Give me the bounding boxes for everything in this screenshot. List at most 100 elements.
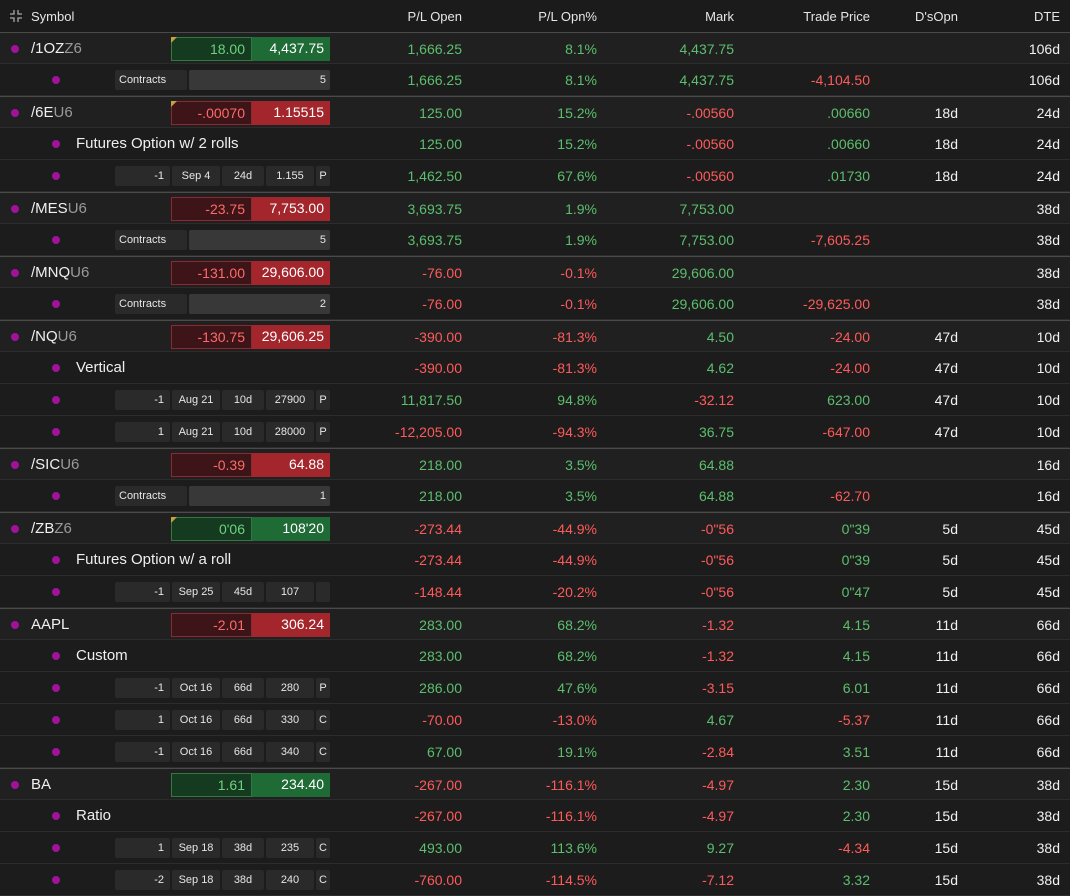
- leg-expiration-date: Aug 21: [172, 422, 220, 442]
- dte-cell: 24d: [1036, 168, 1060, 184]
- dte-cell: 24d: [1036, 136, 1060, 152]
- leg-row[interactable]: -1 Oct 16 66d 280 P 286.00 47.6% -3.15 6.01 11d 66…: [0, 672, 1070, 704]
- leg-row[interactable]: 1 Oct 16 66d 330 C -70.00 -13.0% 4.67 -5.37 11d 66…: [0, 704, 1070, 736]
- position-color-dot: [52, 716, 60, 724]
- position-row[interactable]: /MESU6 -23.75 7,753.00 3,693.75 1.9% 7,753.00…: [0, 192, 1070, 224]
- dte-cell: 66d: [1036, 744, 1060, 760]
- mark-cell: 64.88: [698, 488, 734, 504]
- days-open-cell: 18d: [934, 136, 958, 152]
- symbol-label[interactable]: /ZBZ6: [31, 520, 72, 537]
- col-header-pl-opn-pct[interactable]: P/L Opn%: [538, 9, 597, 24]
- contracts-row[interactable]: Contracts 5 3,693.75 1.9% 7,753.00 -7,605.25 3…: [0, 224, 1070, 256]
- pl-open-pct-cell: 8.1%: [565, 72, 597, 88]
- position-row[interactable]: /6EU6 -.00070 1.15515 125.00 15.2% -.00560 .00…: [0, 96, 1070, 128]
- contracts-quantity: 5: [189, 70, 330, 90]
- dte-cell: 16d: [1036, 488, 1060, 504]
- col-header-dte[interactable]: DTE: [1034, 9, 1060, 24]
- contracts-label: Contracts: [115, 70, 187, 90]
- symbol-root: /NQ: [31, 328, 58, 345]
- mark-cell: -0"56: [701, 521, 734, 537]
- symbol-label[interactable]: /1OZZ6: [31, 40, 82, 57]
- pl-open-cell: -267.00: [414, 777, 462, 793]
- strategy-row[interactable]: Custom 283.00 68.2% -1.32 4.15 11d 66d: [0, 640, 1070, 672]
- position-color-dot: [52, 492, 60, 500]
- pl-open-pct-cell: 113.6%: [550, 840, 597, 856]
- mark-cell: 4,437.75: [679, 41, 735, 57]
- symbol-label[interactable]: /6EU6: [31, 104, 73, 121]
- days-open-cell: 18d: [934, 168, 958, 184]
- symbol-label[interactable]: BA: [31, 776, 51, 793]
- symbol-label[interactable]: /MESU6: [31, 200, 87, 217]
- col-header-pl-open[interactable]: P/L Open: [408, 9, 462, 24]
- pl-open-pct-cell: -81.3%: [552, 360, 597, 376]
- dte-cell: 10d: [1036, 329, 1060, 345]
- leg-row[interactable]: 1 Aug 21 10d 28000 P -12,205.00 -94.3% 36.75 -64…: [0, 416, 1070, 448]
- position-row[interactable]: /MNQU6 -131.00 29,606.00 -76.00 -0.1% 29,606.…: [0, 256, 1070, 288]
- position-row[interactable]: /NQU6 -130.75 29,606.25 -390.00 -81.3% 4.50 -2…: [0, 320, 1070, 352]
- pl-open-pct-cell: 68.2%: [557, 648, 597, 664]
- leg-row[interactable]: -1 Sep 25 45d 107 -148.44 -20.2% -0"56 0"47 5d 45…: [0, 576, 1070, 608]
- mark-cell: -32.12: [694, 392, 734, 408]
- position-color-dot: [52, 300, 60, 308]
- strategy-row[interactable]: Vertical -390.00 -81.3% 4.62 -24.00 47d 10d: [0, 352, 1070, 384]
- leg-row[interactable]: -2 Sep 18 38d 240 C -760.00 -114.5% -7.12 3.32 15…: [0, 864, 1070, 896]
- mark-cell: -3.15: [702, 680, 734, 696]
- trade-price-cell: 0"47: [841, 584, 870, 600]
- position-color-dot: [11, 781, 19, 789]
- position-row[interactable]: BA 1.61 234.40 -267.00 -116.1% -4.97 2.30 15d 38…: [0, 768, 1070, 800]
- strategy-row[interactable]: Futures Option w/ 2 rolls 125.00 15.2% -.00…: [0, 128, 1070, 160]
- contracts-row[interactable]: Contracts 2 -76.00 -0.1% 29,606.00 -29,625.00…: [0, 288, 1070, 320]
- leg-quantity: -1: [115, 166, 170, 186]
- pl-open-pct-cell: 67.6%: [557, 168, 597, 184]
- symbol-root: BA: [31, 776, 52, 793]
- strategy-row[interactable]: Futures Option w/ a roll -273.44 -44.9% -0"…: [0, 544, 1070, 576]
- symbol-expiration: U6: [67, 200, 87, 217]
- leg-option-type: C: [316, 710, 330, 730]
- leg-quantity: 1: [115, 422, 170, 442]
- symbol-label[interactable]: /SICU6: [31, 456, 79, 473]
- mark-cell: -4.97: [702, 808, 734, 824]
- contracts-quantity: 5: [189, 230, 330, 250]
- pl-open-cell: 218.00: [419, 457, 462, 473]
- position-row[interactable]: /ZBZ6 0'06 108'20 -273.44 -44.9% -0"56 0"39 5d 4…: [0, 512, 1070, 544]
- leg-days-to-expiration: 24d: [222, 166, 264, 186]
- leg-expiration-date: Oct 16: [172, 678, 220, 698]
- leg-row[interactable]: -1 Oct 16 66d 340 C 67.00 19.1% -2.84 3.51 11d 66d: [0, 736, 1070, 768]
- col-header-trade-price[interactable]: Trade Price: [803, 9, 870, 24]
- pl-open-pct-cell: -116.1%: [545, 777, 597, 793]
- leg-quantity: 1: [115, 710, 170, 730]
- pl-open-cell: 125.00: [419, 105, 462, 121]
- position-row[interactable]: /1OZZ6 18.00 4,437.75 1,666.25 8.1% 4,437.75 1…: [0, 32, 1070, 64]
- leg-row[interactable]: -1 Aug 21 10d 27900 P 11,817.50 94.8% -32.12 623…: [0, 384, 1070, 416]
- mark-cell: 4,437.75: [679, 72, 735, 88]
- leg-row[interactable]: 1 Sep 18 38d 235 C 493.00 113.6% 9.27 -4.34 15d 38…: [0, 832, 1070, 864]
- symbol-label[interactable]: /NQU6: [31, 328, 77, 345]
- mark-cell: 7,753.00: [679, 232, 735, 248]
- leg-row[interactable]: -1 Sep 4 24d 1.155 P 1,462.50 67.6% -.00560.017…: [0, 160, 1070, 192]
- leg-days-to-expiration: 45d: [222, 582, 264, 602]
- contracts-row[interactable]: Contracts 1 218.00 3.5% 64.88 -62.70 16d: [0, 480, 1070, 512]
- col-header-mark[interactable]: Mark: [705, 9, 734, 24]
- days-open-cell: 11d: [935, 617, 958, 633]
- symbol-label[interactable]: AAPL: [31, 616, 69, 633]
- col-header-symbol[interactable]: Symbol: [31, 9, 74, 24]
- position-row[interactable]: AAPL -2.01 306.24 283.00 68.2% -1.32 4.15 11d 66…: [0, 608, 1070, 640]
- position-row[interactable]: /SICU6 -0.39 64.88 218.00 3.5% 64.88 16d: [0, 448, 1070, 480]
- pl-open-cell: -267.00: [414, 808, 462, 824]
- trade-price-cell: 6.01: [842, 680, 870, 696]
- price-pill: 108'20: [252, 517, 330, 541]
- col-header-ds-opn[interactable]: D'sOpn: [915, 9, 958, 24]
- contracts-row[interactable]: Contracts 5 1,666.25 8.1% 4,437.75 -4,104.50 1…: [0, 64, 1070, 96]
- dte-cell: 38d: [1036, 777, 1060, 793]
- pl-open-cell: 3,693.75: [407, 201, 463, 217]
- pl-open-pct-cell: 47.6%: [557, 680, 597, 696]
- net-change-pill: -0.39: [171, 453, 252, 477]
- strategy-row[interactable]: Ratio -267.00 -116.1% -4.97 2.30 15d 38d: [0, 800, 1070, 832]
- symbol-label[interactable]: /MNQU6: [31, 264, 89, 281]
- mark-cell: 4.67: [706, 712, 734, 728]
- symbol-root: AAPL: [31, 616, 70, 633]
- dte-cell: 66d: [1036, 617, 1060, 633]
- collapse-all-icon[interactable]: [9, 9, 23, 23]
- leg-days-to-expiration: 66d: [222, 678, 264, 698]
- pl-open-pct-cell: -0.1%: [560, 265, 597, 281]
